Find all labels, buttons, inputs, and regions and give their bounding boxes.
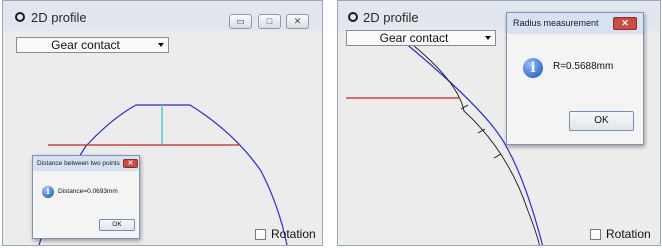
profile-mode-select[interactable]: Gear contact [346,30,496,46]
ok-button-label: OK [112,221,122,228]
left-profile-window: 2D profile ▭ □ ✕ Gear contact Rotation D… [2,0,323,246]
distance-dialog-close-button[interactable]: ✕ [123,159,138,168]
profile-mode-value: Gear contact [51,38,120,52]
rotation-checkbox[interactable] [590,228,601,240]
rotation-toggle[interactable]: Rotation [590,227,651,241]
profile-mode-select[interactable]: Gear contact [16,37,169,53]
measurement-tick-3 [493,153,502,159]
rotation-checkbox[interactable] [255,228,266,240]
radius-dialog-close-button[interactable]: ✕ [613,17,637,30]
right-profile-window: 2D profile Gear contact Rotation Radius … [337,0,661,246]
ok-button-label: OK [594,115,609,126]
chevron-down-icon [158,43,164,47]
info-icon: i [523,58,543,78]
profile-mode-value: Gear contact [379,31,449,45]
chevron-down-icon [485,36,491,40]
info-icon: i [42,186,54,198]
distance-message: Distance=0.0693mm [58,188,118,195]
radius-ok-button[interactable]: OK [569,111,634,131]
distance-ok-button[interactable]: OK [99,219,135,231]
rotation-toggle[interactable]: Rotation [255,227,316,241]
radius-message: R=0.5688mm [553,61,614,72]
distance-dialog: Distance between two points ✕ i Distance… [32,155,140,239]
close-icon: ✕ [621,18,629,28]
close-icon: ✕ [127,160,134,167]
rotation-label: Rotation [606,227,651,241]
rotation-label: Rotation [271,227,316,241]
radius-dialog: Radius measurement ✕ i R=0.5688mm OK [506,12,644,145]
measurement-tick-1 [460,104,469,110]
